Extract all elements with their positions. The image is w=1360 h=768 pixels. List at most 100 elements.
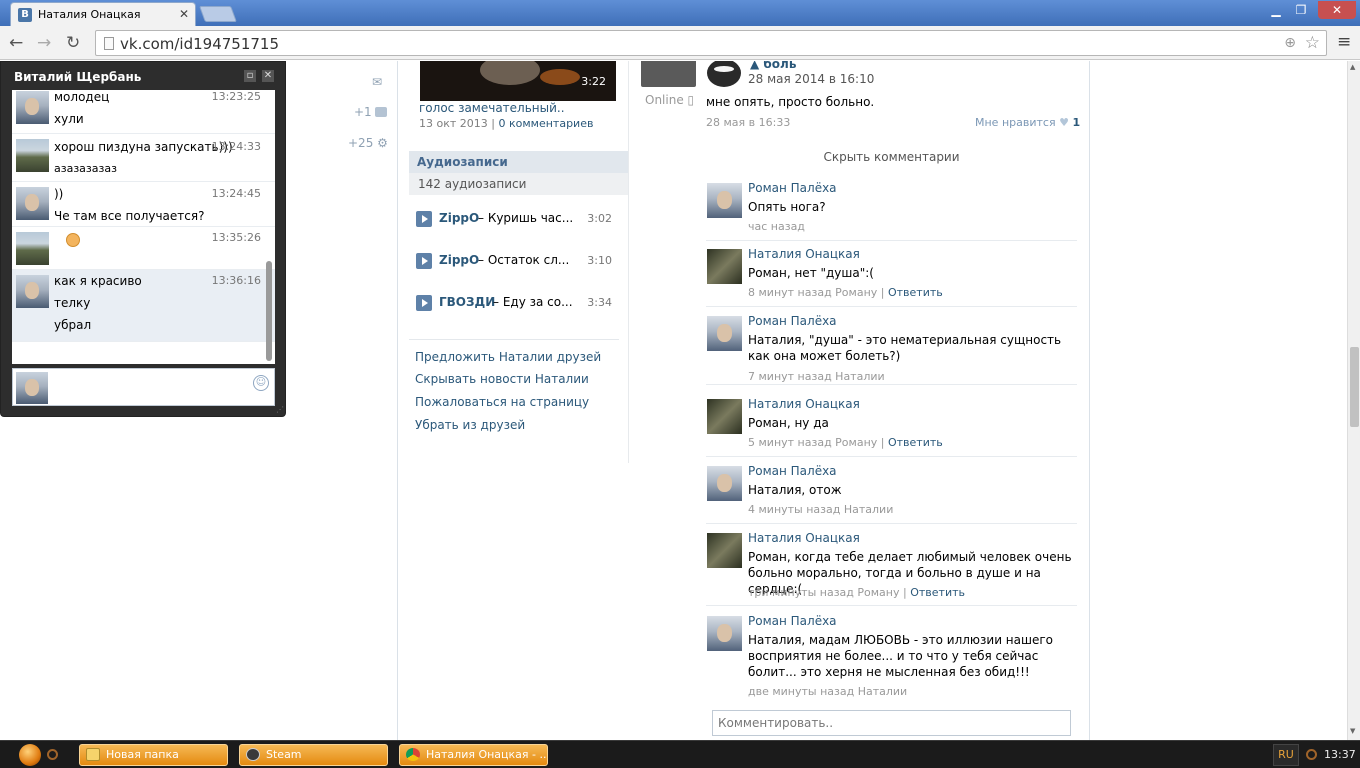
audio-count[interactable]: 142 аудиозаписи <box>409 173 628 195</box>
comment-time[interactable]: 4 минуты назад Наталии <box>748 503 893 516</box>
comment-time[interactable]: три минуты назад Роману <box>748 586 900 599</box>
comment-author[interactable]: Наталия Онацкая <box>748 397 860 411</box>
bookmark-star-icon[interactable]: ☆ <box>1305 33 1320 53</box>
reply-link[interactable]: Ответить <box>888 436 943 449</box>
reply-link[interactable]: Ответить <box>910 586 965 599</box>
post-meta[interactable]: 28 мая в 16:33 <box>706 116 790 129</box>
like-button[interactable]: Мне нравится ♥ 1 <box>975 116 1080 129</box>
chat-scrollbar[interactable] <box>266 261 272 361</box>
zoom-icon[interactable]: ⊕ <box>1284 35 1296 51</box>
taskbar-item-chrome[interactable]: Наталия Онацкая - ... <box>399 744 548 766</box>
audio-artist[interactable]: ГВОЗДИ <box>439 295 495 309</box>
back-arrow-icon[interactable]: ← <box>9 33 23 53</box>
report-page-link[interactable]: Пожаловаться на страницу <box>415 395 589 409</box>
comment-author[interactable]: Роман Палёха <box>748 614 837 628</box>
post-date[interactable]: 28 мая 2014 в 16:10 <box>748 72 874 86</box>
heart-icon: ♥ <box>1059 116 1069 129</box>
video-comments-link[interactable]: 0 комментариев <box>499 117 594 130</box>
video-thumbnail[interactable]: 3:22 <box>420 61 616 101</box>
play-icon[interactable] <box>416 211 432 227</box>
chat-avatar[interactable] <box>16 232 49 265</box>
tab-close-icon[interactable]: ✕ <box>179 7 189 21</box>
likes-counter[interactable]: +1 <box>354 105 387 119</box>
hide-comments-link[interactable]: Скрыть комментарии <box>706 150 1077 164</box>
clock[interactable]: 13:37 <box>1324 748 1356 761</box>
forward-arrow-icon[interactable]: → <box>37 33 51 53</box>
audio-song[interactable]: – Куришь час... <box>478 211 573 225</box>
audio-track[interactable]: ГВОЗДИ – Еду за со... 3:34 <box>416 293 616 313</box>
comment-time[interactable]: две минуты назад Наталии <box>748 685 907 698</box>
play-icon[interactable] <box>416 295 432 311</box>
scroll-down-icon[interactable]: ▼ <box>1350 727 1355 735</box>
comment-avatar[interactable] <box>707 533 742 568</box>
url-text[interactable]: vk.com/id194751715 <box>120 35 279 53</box>
resize-grip-icon[interactable]: ⋰ <box>276 405 284 414</box>
comment-author[interactable]: Роман Палёха <box>748 181 837 195</box>
page-scrollbar[interactable]: ▲ ▼ <box>1347 61 1360 740</box>
comment-author[interactable]: Роман Палёха <box>748 314 837 328</box>
post-author[interactable]: ▲ боль <box>750 61 796 71</box>
comment-input[interactable]: Комментировать.. <box>712 710 1071 736</box>
audio-song[interactable]: – Еду за со... <box>493 295 573 309</box>
reload-icon[interactable]: ↻ <box>66 33 80 53</box>
settings-counter[interactable]: +25 ⚙ <box>348 136 388 150</box>
chat-input[interactable]: ☺ <box>12 368 275 406</box>
comment-time[interactable]: 5 минут назад Роману <box>748 436 877 449</box>
audio-artist[interactable]: ZippO <box>439 253 479 267</box>
chat-message-time: 13:24:45 <box>211 187 261 200</box>
comment-time[interactable]: 7 минут назад Наталии <box>748 370 885 383</box>
comment-avatar[interactable] <box>707 466 742 501</box>
chat-title[interactable]: Виталий Щербань <box>14 70 141 84</box>
chat-avatar[interactable] <box>16 275 49 308</box>
audio-section-header[interactable]: Аудиозаписи <box>409 151 628 173</box>
comment-author[interactable]: Наталия Онацкая <box>748 531 860 545</box>
comment-author[interactable]: Наталия Онацкая <box>748 247 860 261</box>
window-close-button[interactable]: ✕ <box>1318 1 1356 19</box>
window-minimize-button[interactable]: ▁ <box>1264 1 1288 19</box>
reply-link[interactable]: Ответить <box>888 286 943 299</box>
browser-menu-icon[interactable]: ≡ <box>1337 32 1351 52</box>
smiley-icon[interactable]: ☺ <box>253 375 269 391</box>
new-tab-button[interactable] <box>199 6 237 22</box>
suggest-friends-link[interactable]: Предложить Наталии друзей <box>415 350 601 364</box>
address-bar[interactable]: vk.com/id194751715 ⊕ ☆ <box>95 30 1327 56</box>
taskbar-item-steam[interactable]: Steam <box>239 744 388 766</box>
window-maximize-button[interactable]: ❐ <box>1289 1 1313 19</box>
audio-artist[interactable]: ZippO <box>439 211 479 225</box>
comment-time[interactable]: 8 минут назад Роману <box>748 286 877 299</box>
play-icon[interactable] <box>416 253 432 269</box>
chat-close-icon[interactable]: ✕ <box>262 70 274 82</box>
scroll-up-icon[interactable]: ▲ <box>1350 63 1355 71</box>
chat-avatar[interactable] <box>16 139 49 172</box>
quick-launch-icon[interactable] <box>47 749 58 760</box>
comment-time[interactable]: час назад <box>748 220 805 233</box>
tray-icon[interactable] <box>1306 749 1317 760</box>
scrollbar-thumb[interactable] <box>1350 347 1359 427</box>
start-button[interactable] <box>19 744 41 766</box>
comment-avatar[interactable] <box>707 183 742 218</box>
chat-avatar[interactable] <box>16 187 49 220</box>
chat-message-list[interactable]: молодец хули 13:23:25 хорош пиздуна запу… <box>12 90 275 364</box>
audio-track[interactable]: ZippO – Остаток сл... 3:10 <box>416 251 616 271</box>
browser-tab-active[interactable]: В Наталия Онацкая ✕ <box>10 2 196 26</box>
taskbar-item-folder[interactable]: Новая папка <box>79 744 228 766</box>
comment-avatar[interactable] <box>707 616 742 651</box>
comment-author[interactable]: Роман Палёха <box>748 464 837 478</box>
hide-news-link[interactable]: Скрывать новости Наталии <box>415 372 589 386</box>
audio-song[interactable]: – Остаток сл... <box>478 253 569 267</box>
audio-track[interactable]: ZippO – Куришь час... 3:02 <box>416 209 616 229</box>
comment-avatar[interactable] <box>707 316 742 351</box>
owner-avatar[interactable] <box>641 61 696 87</box>
chat-avatar[interactable] <box>16 91 49 124</box>
comment-item: Наталия Онацкая Роман, когда тебе делает… <box>706 531 1077 606</box>
post-avatar[interactable] <box>707 61 741 87</box>
remove-friend-link[interactable]: Убрать из друзей <box>415 418 525 432</box>
language-indicator[interactable]: RU <box>1273 744 1299 766</box>
page-icon <box>104 37 114 50</box>
mail-icon[interactable]: ✉ <box>372 75 382 89</box>
post-author-name[interactable]: боль <box>763 61 796 71</box>
comment-avatar[interactable] <box>707 399 742 434</box>
video-title[interactable]: голос замечательный.. <box>419 101 565 115</box>
comment-avatar[interactable] <box>707 249 742 284</box>
chat-expand-icon[interactable]: ▫ <box>244 70 256 82</box>
